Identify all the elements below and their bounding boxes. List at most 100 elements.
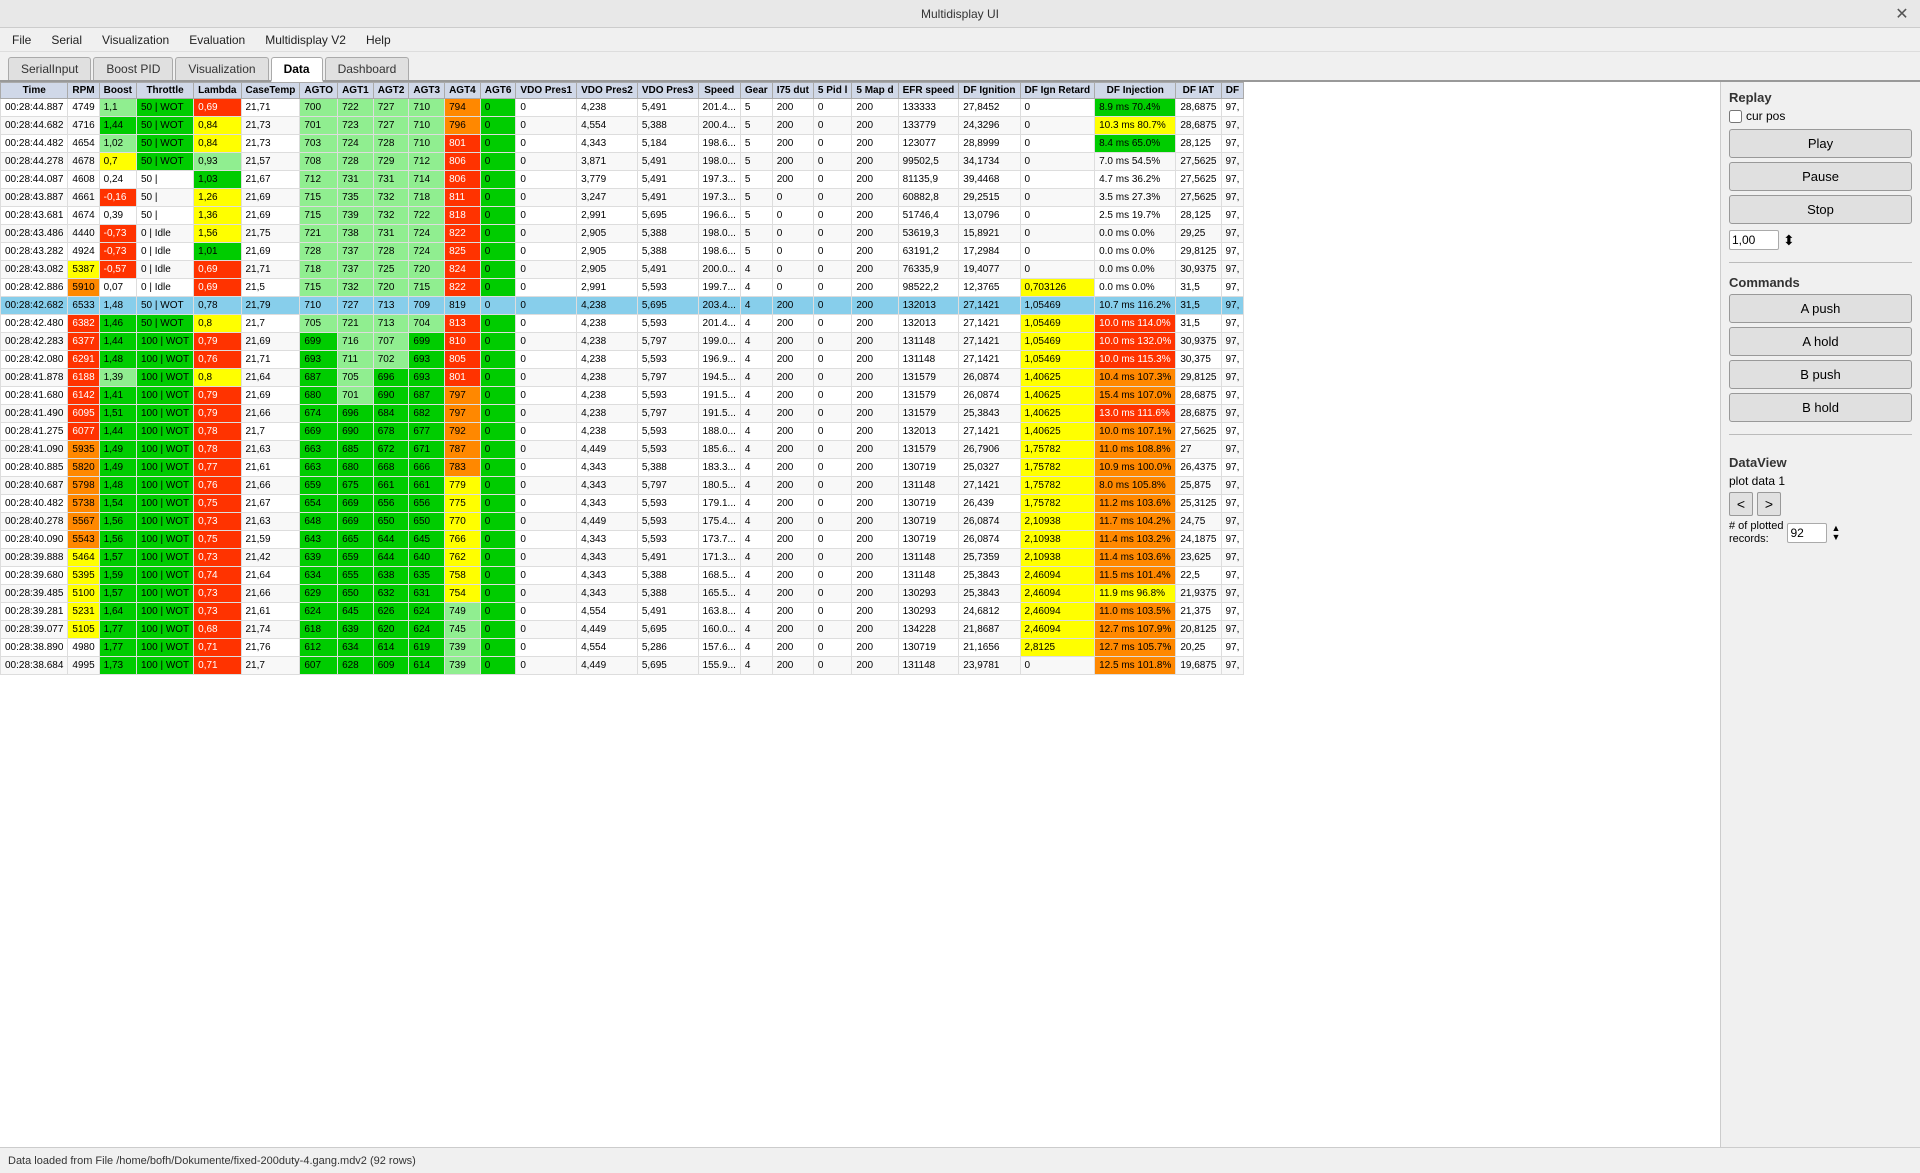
table-row[interactable]: 00:28:38.89049801,77100 | WOT0,7121,7661… <box>1 639 1244 657</box>
cell-25: 97, <box>1221 549 1244 567</box>
cell-1: 4608 <box>68 171 99 189</box>
cell-22: 2,10938 <box>1020 531 1095 549</box>
tab-dashboard[interactable]: Dashboard <box>325 57 410 80</box>
cell-13: 4,343 <box>577 585 638 603</box>
stop-button[interactable]: Stop <box>1729 195 1912 224</box>
table-row[interactable]: 00:28:44.88747491,150 | WOT0,6921,717007… <box>1 99 1244 117</box>
cell-10: 822 <box>445 225 481 243</box>
cell-1: 4749 <box>68 99 99 117</box>
table-row[interactable]: 00:28:43.68146740,3950 |1,3621,697157397… <box>1 207 1244 225</box>
table-row[interactable]: 00:28:40.09055431,56100 | WOT0,7521,5964… <box>1 531 1244 549</box>
cell-13: 4,449 <box>577 621 638 639</box>
table-row[interactable]: 00:28:39.48551001,57100 | WOT0,7321,6662… <box>1 585 1244 603</box>
table-row[interactable]: 00:28:42.68265331,4850 | WOT0,7821,79710… <box>1 297 1244 315</box>
table-row[interactable]: 00:28:40.48257381,54100 | WOT0,7521,6765… <box>1 495 1244 513</box>
cell-9: 710 <box>409 135 445 153</box>
cell-22: 0 <box>1020 171 1095 189</box>
cell-5: 21,61 <box>241 459 300 477</box>
table-row[interactable]: 00:28:42.88659100,070 | Idle0,6921,57157… <box>1 279 1244 297</box>
cell-4: 0,84 <box>194 117 241 135</box>
cell-14: 5,593 <box>637 423 698 441</box>
table-row[interactable]: 00:28:42.48063821,4650 | WOT0,821,770572… <box>1 315 1244 333</box>
cell-15: 201.4... <box>698 99 740 117</box>
cell-9: 645 <box>409 531 445 549</box>
a-push-button[interactable]: A push <box>1729 294 1912 323</box>
pause-button[interactable]: Pause <box>1729 162 1912 191</box>
tab-data[interactable]: Data <box>271 57 323 82</box>
cell-11: 0 <box>480 171 516 189</box>
table-row[interactable]: 00:28:41.49060951,51100 | WOT0,7921,6667… <box>1 405 1244 423</box>
cell-6: 669 <box>300 423 338 441</box>
cell-2: 1,46 <box>99 315 136 333</box>
menu-help[interactable]: Help <box>358 31 399 49</box>
cell-6: 643 <box>300 531 338 549</box>
col-header-df-iat: DF IAT <box>1176 83 1221 99</box>
cell-21: 26,0874 <box>959 531 1020 549</box>
tab-serialinput[interactable]: SerialInput <box>8 57 91 80</box>
table-row[interactable]: 00:28:43.2824924-0,730 | Idle1,0121,6972… <box>1 243 1244 261</box>
cell-6: 659 <box>300 477 338 495</box>
cell-2: 1,77 <box>99 639 136 657</box>
table-row[interactable]: 00:28:42.08062911,48100 | WOT0,7621,7169… <box>1 351 1244 369</box>
curpos-checkbox[interactable] <box>1729 110 1742 123</box>
speed-spinner-icon[interactable]: ⬍ <box>1783 232 1795 249</box>
menu-evaluation[interactable]: Evaluation <box>181 31 253 49</box>
tab-boostpid[interactable]: Boost PID <box>93 57 173 80</box>
table-row[interactable]: 00:28:41.09059351,49100 | WOT0,7821,6366… <box>1 441 1244 459</box>
cell-9: 671 <box>409 441 445 459</box>
cell-18: 0 <box>813 207 851 225</box>
table-row[interactable]: 00:28:44.48246541,0250 | WOT0,8421,73703… <box>1 135 1244 153</box>
table-row[interactable]: 00:28:40.27855671,56100 | WOT0,7321,6364… <box>1 513 1244 531</box>
table-row[interactable]: 00:28:39.28152311,64100 | WOT0,7321,6162… <box>1 603 1244 621</box>
table-row[interactable]: 00:28:44.68247161,4450 | WOT0,8421,73701… <box>1 117 1244 135</box>
table-row[interactable]: 00:28:43.8874661-0,1650 |1,2621,69715735… <box>1 189 1244 207</box>
close-button[interactable]: ✕ <box>1892 4 1912 24</box>
table-row[interactable]: 00:28:41.27560771,44100 | WOT0,7821,7669… <box>1 423 1244 441</box>
table-row[interactable]: 00:28:44.08746080,2450 |1,0321,677127317… <box>1 171 1244 189</box>
cell-24: 28,6875 <box>1176 117 1221 135</box>
tab-visualization[interactable]: Visualization <box>175 57 268 80</box>
b-hold-button[interactable]: B hold <box>1729 393 1912 422</box>
next-button[interactable]: > <box>1757 492 1781 516</box>
table-row[interactable]: 00:28:43.0825387-0,570 | Idle0,6921,7171… <box>1 261 1244 279</box>
table-row[interactable]: 00:28:44.27846780,750 | WOT0,9321,577087… <box>1 153 1244 171</box>
data-table-area[interactable]: TimeRPMBoostThrottleLambdaCaseTempAGTOAG… <box>0 82 1720 1147</box>
cell-5: 21,74 <box>241 621 300 639</box>
table-row[interactable]: 00:28:41.87861881,39100 | WOT0,821,64687… <box>1 369 1244 387</box>
table-row[interactable]: 00:28:40.88558201,49100 | WOT0,7721,6166… <box>1 459 1244 477</box>
cell-7: 737 <box>338 261 374 279</box>
menu-multidisplay[interactable]: Multidisplay V2 <box>257 31 354 49</box>
speed-input[interactable] <box>1729 230 1779 250</box>
table-row[interactable]: 00:28:38.68449951,73100 | WOT0,7121,7607… <box>1 657 1244 675</box>
prev-button[interactable]: < <box>1729 492 1753 516</box>
cell-25: 97, <box>1221 477 1244 495</box>
cell-16: 5 <box>740 135 772 153</box>
records-spinner[interactable]: ▲ ▼ <box>1831 524 1840 542</box>
cell-18: 0 <box>813 135 851 153</box>
records-input[interactable] <box>1787 523 1827 543</box>
table-row[interactable]: 00:28:41.68061421,41100 | WOT0,7921,6968… <box>1 387 1244 405</box>
cell-15: 179.1... <box>698 495 740 513</box>
cell-23: 13.0 ms 111.6% <box>1095 405 1176 423</box>
a-hold-button[interactable]: A hold <box>1729 327 1912 356</box>
cell-25: 97, <box>1221 225 1244 243</box>
cell-24: 28,125 <box>1176 135 1221 153</box>
cell-24: 21,375 <box>1176 603 1221 621</box>
table-row[interactable]: 00:28:39.88854641,57100 | WOT0,7321,4263… <box>1 549 1244 567</box>
cell-13: 3,779 <box>577 171 638 189</box>
menu-file[interactable]: File <box>4 31 39 49</box>
menu-visualization[interactable]: Visualization <box>94 31 177 49</box>
table-row[interactable]: 00:28:39.07751051,77100 | WOT0,6821,7461… <box>1 621 1244 639</box>
cell-3: 50 | <box>136 171 193 189</box>
cell-0: 00:28:44.887 <box>1 99 68 117</box>
table-row[interactable]: 00:28:42.28363771,44100 | WOT0,7921,6969… <box>1 333 1244 351</box>
b-push-button[interactable]: B push <box>1729 360 1912 389</box>
table-row[interactable]: 00:28:39.68053951,59100 | WOT0,7421,6463… <box>1 567 1244 585</box>
table-row[interactable]: 00:28:43.4864440-0,730 | Idle1,5621,7572… <box>1 225 1244 243</box>
menu-serial[interactable]: Serial <box>43 31 90 49</box>
table-row[interactable]: 00:28:40.68757981,48100 | WOT0,7621,6665… <box>1 477 1244 495</box>
col-header-agt4: AGT4 <box>445 83 481 99</box>
cell-25: 97, <box>1221 441 1244 459</box>
play-button[interactable]: Play <box>1729 129 1912 158</box>
col-header-vdo-pres2: VDO Pres2 <box>577 83 638 99</box>
